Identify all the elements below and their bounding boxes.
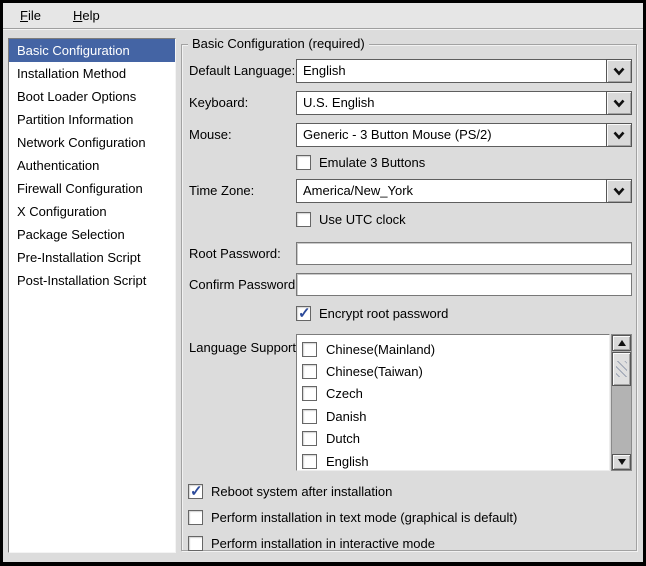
checkbox-label: Encrypt root password: [319, 306, 448, 321]
checkbox-label: Perform installation in text mode (graph…: [211, 510, 517, 525]
default-language-label: Default Language:: [189, 59, 295, 83]
keyboard-label: Keyboard:: [189, 91, 248, 115]
checkbox-label: Use UTC clock: [319, 212, 406, 227]
root-password-label: Root Password:: [189, 242, 281, 266]
list-item-label: Dutch: [326, 431, 360, 446]
mouse-dropdown-button[interactable]: [606, 123, 632, 147]
list-item-label: Czech: [326, 386, 363, 401]
sidebar-item-firewall-configuration[interactable]: Firewall Configuration: [9, 177, 175, 200]
checkbox-box[interactable]: [188, 510, 203, 525]
list-item[interactable]: Dutch: [297, 428, 609, 450]
scrollbar-thumb[interactable]: [612, 352, 631, 386]
frame-title: Basic Configuration (required): [188, 36, 369, 51]
time-zone-combo[interactable]: America/New_York: [296, 179, 632, 203]
default-language-value[interactable]: English: [296, 59, 606, 83]
arrow-up-icon: [618, 340, 626, 346]
sidebar-item-pre-installation-script[interactable]: Pre-Installation Script: [9, 246, 175, 269]
reboot-after-install-checkbox[interactable]: Reboot system after installation: [188, 482, 392, 500]
sidebar-item-installation-method[interactable]: Installation Method: [9, 62, 175, 85]
section-list: Basic Configuration Installation Method …: [8, 38, 176, 553]
menu-help[interactable]: Help: [63, 5, 110, 26]
language-support-label: Language Support:: [189, 336, 300, 360]
mouse-value[interactable]: Generic - 3 Button Mouse (PS/2): [296, 123, 606, 147]
checkbox-box[interactable]: [296, 155, 311, 170]
sidebar-item-partition-information[interactable]: Partition Information: [9, 108, 175, 131]
checkbox-label: Emulate 3 Buttons: [319, 155, 425, 170]
basic-configuration-frame: Basic Configuration (required) Default L…: [181, 44, 637, 551]
time-zone-dropdown-button[interactable]: [606, 179, 632, 203]
use-utc-clock-checkbox[interactable]: Use UTC clock: [296, 210, 406, 228]
list-item[interactable]: English: [297, 450, 609, 471]
keyboard-combo[interactable]: U.S. English: [296, 91, 632, 115]
sidebar-item-basic-configuration[interactable]: Basic Configuration: [9, 39, 175, 62]
confirm-password-label: Confirm Password:: [189, 273, 299, 297]
kickstart-configurator-window: File Help Basic Configuration Installati…: [0, 0, 646, 566]
list-item[interactable]: Czech: [297, 383, 609, 405]
arrow-down-icon: [618, 459, 626, 465]
checkbox-box[interactable]: [302, 386, 317, 401]
root-password-field[interactable]: [296, 242, 632, 265]
checkbox-label: Reboot system after installation: [211, 484, 392, 499]
checkbox-box[interactable]: [302, 454, 317, 469]
time-zone-label: Time Zone:: [189, 179, 254, 203]
confirm-password-field[interactable]: [296, 273, 632, 296]
text-mode-install-checkbox[interactable]: Perform installation in text mode (graph…: [188, 508, 517, 526]
list-item-label: Chinese(Taiwan): [326, 364, 423, 379]
scrollbar-grip-icon: [616, 361, 627, 377]
checkbox-box[interactable]: [296, 212, 311, 227]
sidebar-item-package-selection[interactable]: Package Selection: [9, 223, 175, 246]
checkbox-box[interactable]: [302, 364, 317, 379]
checkbox-box[interactable]: [302, 342, 317, 357]
language-support-list: Chinese(Mainland) Chinese(Taiwan) Czech …: [296, 334, 610, 471]
default-language-dropdown-button[interactable]: [606, 59, 632, 83]
emulate-3-buttons-checkbox[interactable]: Emulate 3 Buttons: [296, 153, 425, 171]
scroll-down-button[interactable]: [612, 454, 631, 470]
checkbox-box[interactable]: [302, 409, 317, 424]
sidebar-item-network-configuration[interactable]: Network Configuration: [9, 131, 175, 154]
checkbox-box[interactable]: [296, 306, 311, 321]
list-item-label: Danish: [326, 409, 366, 424]
menu-bar: File Help: [3, 3, 643, 29]
chevron-down-icon: [612, 98, 626, 108]
chevron-down-icon: [612, 130, 626, 140]
default-language-combo[interactable]: English: [296, 59, 632, 83]
list-item[interactable]: Danish: [297, 405, 609, 427]
interactive-install-checkbox[interactable]: Perform installation in interactive mode: [188, 534, 435, 552]
list-item[interactable]: Chinese(Mainland): [297, 338, 609, 360]
mouse-label: Mouse:: [189, 123, 232, 147]
list-item-label: Chinese(Mainland): [326, 342, 435, 357]
list-item[interactable]: Chinese(Taiwan): [297, 360, 609, 382]
checkbox-box[interactable]: [188, 536, 203, 551]
sidebar-item-x-configuration[interactable]: X Configuration: [9, 200, 175, 223]
checkbox-box[interactable]: [302, 431, 317, 446]
keyboard-dropdown-button[interactable]: [606, 91, 632, 115]
encrypt-root-password-checkbox[interactable]: Encrypt root password: [296, 304, 448, 322]
checkbox-box[interactable]: [188, 484, 203, 499]
time-zone-value[interactable]: America/New_York: [296, 179, 606, 203]
window-body: File Help Basic Configuration Installati…: [0, 0, 646, 566]
menu-file[interactable]: File: [10, 5, 51, 26]
chevron-down-icon: [612, 66, 626, 76]
mouse-combo[interactable]: Generic - 3 Button Mouse (PS/2): [296, 123, 632, 147]
sidebar-item-post-installation-script[interactable]: Post-Installation Script: [9, 269, 175, 292]
scroll-up-button[interactable]: [612, 335, 631, 351]
language-list-scrollbar[interactable]: [611, 334, 632, 471]
sidebar-item-authentication[interactable]: Authentication: [9, 154, 175, 177]
chevron-down-icon: [612, 186, 626, 196]
sidebar-item-boot-loader-options[interactable]: Boot Loader Options: [9, 85, 175, 108]
checkbox-label: Perform installation in interactive mode: [211, 536, 435, 551]
list-item-label: English: [326, 454, 369, 469]
keyboard-value[interactable]: U.S. English: [296, 91, 606, 115]
